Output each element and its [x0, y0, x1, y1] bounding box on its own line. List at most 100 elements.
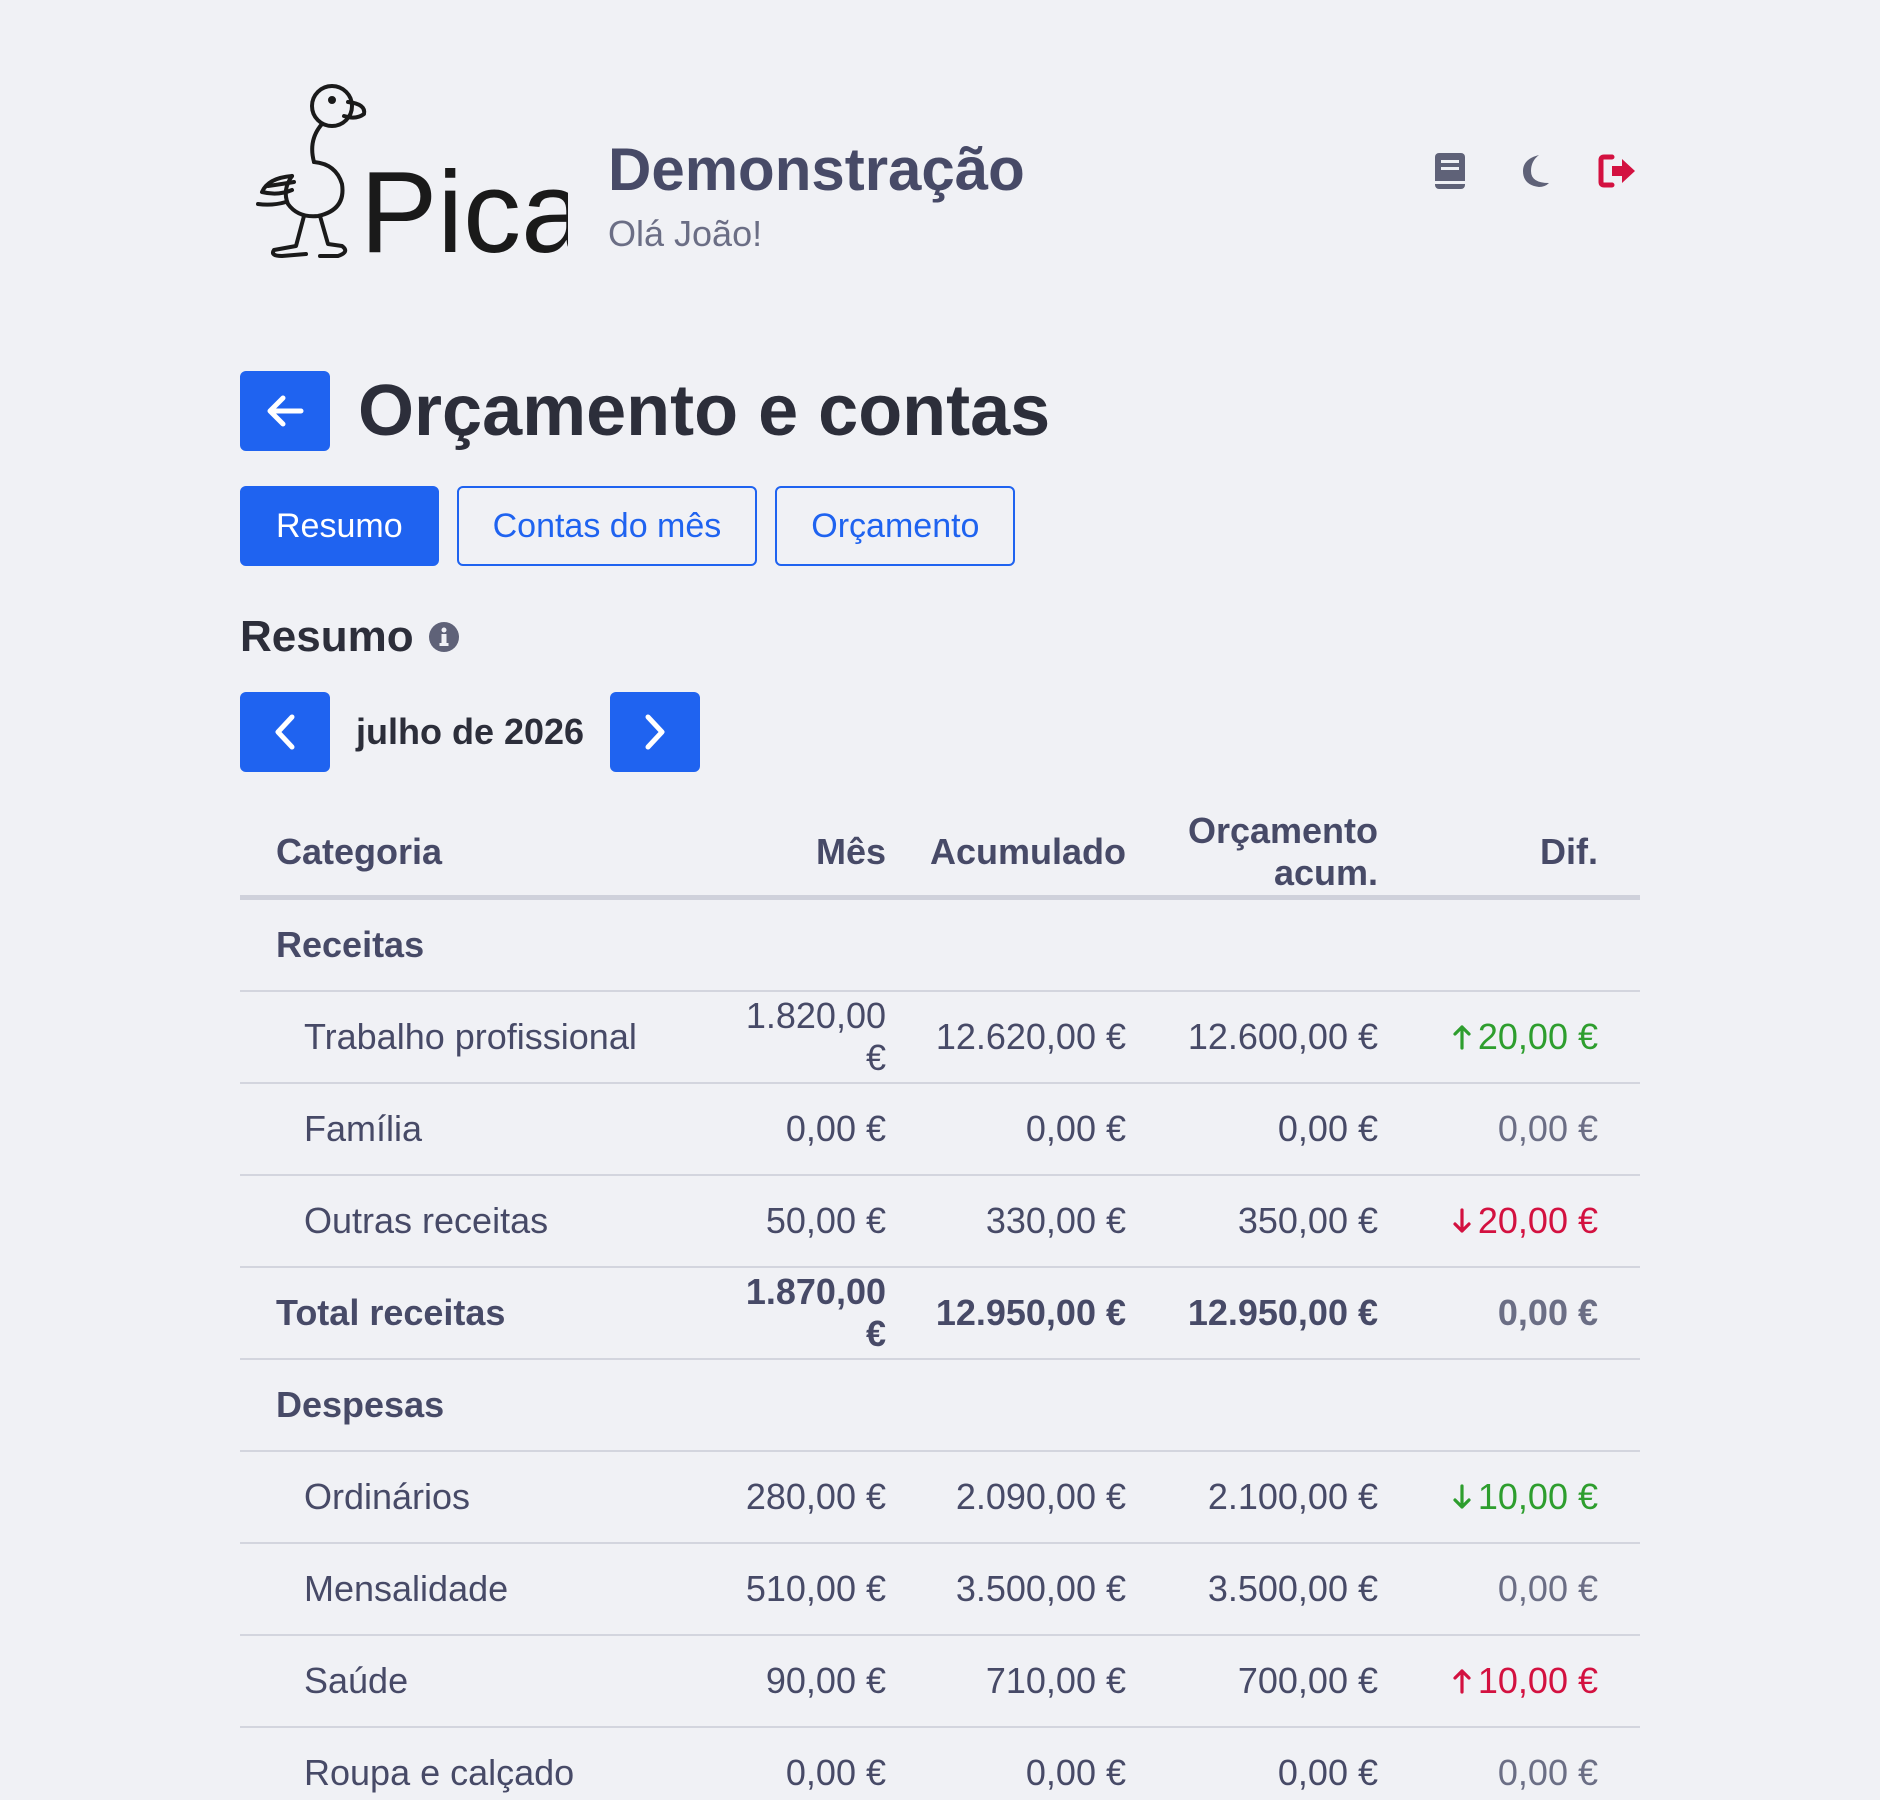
table-group-row: Despesas: [240, 1360, 1640, 1452]
row-difference: 0,00 €: [1378, 1108, 1598, 1150]
table-body: Receitas Trabalho profissional 1.820,00 € 1…: [240, 900, 1640, 1800]
table-total-row: Total receitas 1.870,00 € 12.950,00 € 12.95…: [240, 1268, 1640, 1360]
row-difference-value: 10,00 €: [1477, 1475, 1598, 1517]
duck-logo-icon: Pica: [256, 84, 586, 277]
row-difference-value: 10,00 €: [1477, 1659, 1598, 1701]
row-difference-value: 20,00 €: [1477, 1015, 1598, 1057]
row-category: Família: [304, 1108, 423, 1149]
current-month: julho de 2026: [356, 711, 585, 752]
arrow-left-icon: [267, 395, 304, 427]
row-accumulated-value: 330,00 €: [985, 1200, 1126, 1241]
table-row[interactable]: Trabalho profissional 1.820,00 € 12.620,00…: [240, 992, 1640, 1084]
row-budget-accumulated-value: 350,00 €: [1237, 1200, 1378, 1241]
page-title-row: Orçamento e contas: [240, 370, 1050, 452]
moon-icon[interactable]: [1512, 145, 1556, 197]
row-category: Roupa e calçado: [304, 1752, 575, 1793]
row-category: Mensalidade: [304, 1568, 509, 1609]
table-group-row: Receitas: [240, 900, 1640, 992]
book-icon[interactable]: [1428, 145, 1472, 197]
arrow-up-icon: [1453, 1668, 1471, 1694]
row-category: Trabalho profissional: [304, 1016, 637, 1057]
row-month-value: 1.870,00 €: [745, 1271, 886, 1354]
table-row[interactable]: Saúde 90,00 € 710,00 € 700,00 € 10,00 €: [240, 1636, 1640, 1728]
tab-resumo[interactable]: Resumo: [240, 486, 439, 566]
row-month-value: 510,00 €: [745, 1568, 886, 1609]
row-difference-value: 0,00 €: [1497, 1292, 1598, 1333]
row-difference: 20,00 €: [1378, 1016, 1598, 1059]
row-month-value: 90,00 €: [765, 1660, 886, 1701]
row-difference: 10,00 €: [1378, 1660, 1598, 1703]
brand-block: Demonstração Olá João!: [608, 135, 1025, 255]
row-budget-accumulated-value: 3.500,00 €: [1207, 1568, 1378, 1609]
col-header-mes[interactable]: Mês: [716, 831, 886, 873]
row-budget-accumulated-value: 2.100,00 €: [1207, 1476, 1378, 1517]
logout-icon[interactable]: [1596, 145, 1640, 197]
arrow-up-icon: [1453, 1024, 1471, 1050]
tab-orcamento[interactable]: Orçamento: [775, 486, 1016, 566]
table-row[interactable]: Ordinários 280,00 € 2.090,00 € 2.100,00 € 10…: [240, 1452, 1640, 1544]
row-accumulated-value: 12.950,00 €: [935, 1292, 1126, 1333]
row-category: Outras receitas: [304, 1200, 549, 1241]
row-month-value: 50,00 €: [765, 1200, 886, 1241]
pica-logo[interactable]: Pica: [248, 80, 586, 277]
row-budget-accumulated-value: 12.950,00 €: [1187, 1292, 1378, 1333]
col-header-dif[interactable]: Dif.: [1378, 831, 1598, 873]
tab-bar: Resumo Contas do mês Orçamento: [240, 486, 1016, 566]
back-button[interactable]: [240, 371, 330, 451]
row-category: Total receitas: [276, 1292, 506, 1333]
row-category: Despesas: [276, 1384, 445, 1425]
row-difference: 0,00 €: [1378, 1292, 1598, 1334]
row-budget-accumulated-value: 0,00 €: [1277, 1108, 1378, 1149]
app-title: Demonstração: [608, 136, 1025, 203]
row-accumulated-value: 12.620,00 €: [935, 1016, 1126, 1057]
row-accumulated-value: 0,00 €: [1025, 1752, 1126, 1793]
table-row[interactable]: Outras receitas 50,00 € 330,00 € 350,00 € 20…: [240, 1176, 1640, 1268]
row-difference: 10,00 €: [1378, 1476, 1598, 1519]
row-budget-accumulated-value: 12.600,00 €: [1187, 1016, 1378, 1057]
greeting: Olá João!: [608, 213, 763, 254]
prev-month-button[interactable]: [240, 692, 330, 772]
info-icon[interactable]: [428, 621, 460, 653]
arrow-down-icon: [1453, 1483, 1471, 1509]
page-title: Orçamento e contas: [358, 371, 1051, 451]
arrow-down-icon: [1453, 1207, 1471, 1233]
section-title: Resumo: [240, 612, 414, 661]
next-month-button[interactable]: [610, 692, 701, 772]
row-month-value: 0,00 €: [785, 1108, 886, 1149]
row-month-value: 0,00 €: [785, 1752, 886, 1793]
header: Pica Demonstração Olá João!: [240, 0, 1640, 300]
table-row[interactable]: Roupa e calçado 0,00 € 0,00 € 0,00 € 0,00 €: [240, 1728, 1640, 1800]
row-month-value: 280,00 €: [745, 1476, 886, 1517]
row-accumulated-value: 710,00 €: [985, 1660, 1126, 1701]
col-header-categoria[interactable]: Categoria: [240, 831, 716, 873]
row-budget-accumulated-value: 700,00 €: [1237, 1660, 1378, 1701]
col-header-acumulado[interactable]: Acumulado: [886, 831, 1126, 873]
app-container: Pica Demonstração Olá João! Orçamento e …: [240, 0, 1640, 1793]
row-difference: 0,00 €: [1378, 1752, 1598, 1794]
tab-contas-do-mes[interactable]: Contas do mês: [456, 486, 758, 566]
header-actions: [1428, 145, 1640, 197]
row-category: Saúde: [304, 1660, 409, 1701]
month-navigator: julho de 2026: [240, 692, 701, 772]
row-difference-value: 0,00 €: [1497, 1108, 1598, 1149]
table-row[interactable]: Família 0,00 € 0,00 € 0,00 € 0,00 €: [240, 1084, 1640, 1176]
row-category: Ordinários: [304, 1476, 471, 1517]
row-category: Receitas: [276, 924, 425, 965]
row-difference: 20,00 €: [1378, 1200, 1598, 1243]
row-difference: 0,00 €: [1378, 1568, 1598, 1610]
chevron-left-icon: [275, 714, 295, 750]
chevron-right-icon: [645, 714, 665, 750]
summary-table: Categoria Mês Acumulado Orçamento acum. …: [240, 808, 1640, 1800]
row-difference-value: 0,00 €: [1497, 1568, 1598, 1609]
row-difference-value: 0,00 €: [1497, 1752, 1598, 1793]
row-accumulated-value: 2.090,00 €: [955, 1476, 1126, 1517]
row-accumulated-value: 3.500,00 €: [955, 1568, 1126, 1609]
row-budget-accumulated-value: 0,00 €: [1277, 1752, 1378, 1793]
row-accumulated-value: 0,00 €: [1025, 1108, 1126, 1149]
row-month-value: 1.820,00 €: [745, 995, 886, 1078]
table-row[interactable]: Mensalidade 510,00 € 3.500,00 € 3.500,00 € 0…: [240, 1544, 1640, 1636]
table-header-row: Categoria Mês Acumulado Orçamento acum. …: [240, 808, 1640, 900]
col-header-orcamento-acum[interactable]: Orçamento acum.: [1126, 810, 1378, 894]
row-difference-value: 20,00 €: [1477, 1199, 1598, 1241]
logo-text: Pica: [360, 147, 568, 265]
